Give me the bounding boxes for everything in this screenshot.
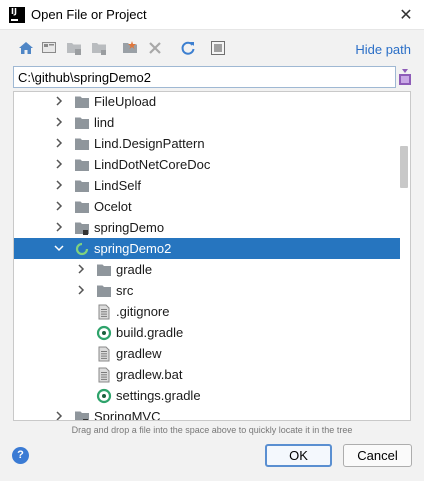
folder-icon bbox=[97, 285, 111, 297]
folder-icon bbox=[75, 117, 89, 129]
folder-icon bbox=[97, 264, 111, 276]
file-tree[interactable]: FileUpload lind Lind.DesignPattern LindDotN… bbox=[13, 91, 411, 421]
tree-row[interactable]: settings.gradle bbox=[14, 385, 400, 406]
tree-row[interactable]: LindDotNetCoreDoc bbox=[14, 154, 400, 175]
tree-row-label: gradlew bbox=[116, 346, 162, 361]
tree-row[interactable]: LindSelf bbox=[14, 175, 400, 196]
tree-row-label: LindDotNetCoreDoc bbox=[94, 157, 211, 172]
tree-row[interactable]: gradlew bbox=[14, 343, 400, 364]
path-field[interactable] bbox=[13, 66, 396, 88]
folder-icon bbox=[75, 138, 89, 150]
text-file-icon bbox=[98, 367, 110, 383]
folder-icon bbox=[75, 96, 89, 108]
tree-row[interactable]: gradle bbox=[14, 259, 400, 280]
tree-row[interactable]: springDemo bbox=[14, 217, 400, 238]
close-button[interactable]: ✕ bbox=[394, 3, 418, 27]
gradle-file-icon bbox=[96, 388, 112, 404]
chevron-right-icon[interactable] bbox=[54, 222, 64, 232]
folder-icon bbox=[75, 180, 89, 192]
chevron-right-icon[interactable] bbox=[54, 201, 64, 211]
chevron-right-icon[interactable] bbox=[54, 138, 64, 148]
text-file-icon bbox=[98, 304, 110, 320]
show-hidden-icon[interactable] bbox=[210, 40, 226, 56]
tree-row-label: Lind.DesignPattern bbox=[94, 136, 205, 151]
tree-row-label: .gitignore bbox=[116, 304, 170, 319]
title-bar: IJ Open File or Project ✕ bbox=[0, 0, 424, 30]
tree-row-label: settings.gradle bbox=[116, 388, 201, 403]
chevron-right-icon[interactable] bbox=[54, 117, 64, 127]
tree-row[interactable]: Ocelot bbox=[14, 196, 400, 217]
tree-row[interactable]: src bbox=[14, 280, 400, 301]
gradle-file-icon bbox=[96, 325, 112, 341]
loading-spinner-icon bbox=[75, 242, 89, 256]
project-folder-icon bbox=[75, 222, 89, 235]
tree-scrollbar[interactable] bbox=[400, 146, 408, 188]
new-folder-icon[interactable] bbox=[122, 40, 138, 56]
tree-row-label: Ocelot bbox=[94, 199, 132, 214]
folder-icon bbox=[75, 159, 89, 171]
chevron-right-icon[interactable] bbox=[54, 180, 64, 190]
tree-row-label: gradlew.bat bbox=[116, 367, 183, 382]
tree-row[interactable]: FileUpload bbox=[14, 92, 400, 112]
chevron-right-icon[interactable] bbox=[54, 159, 64, 169]
window-title: Open File or Project bbox=[31, 7, 147, 22]
tree-row-label: SpringMVC bbox=[94, 409, 161, 421]
tree-row-label: FileUpload bbox=[94, 94, 157, 109]
project-folder-icon bbox=[75, 411, 89, 420]
ok-button[interactable]: OK bbox=[265, 444, 332, 467]
intellij-app-icon: IJ bbox=[9, 7, 25, 23]
path-input[interactable] bbox=[14, 67, 395, 87]
tree-row-label: lind bbox=[94, 115, 115, 130]
tree-row-label: springDemo2 bbox=[94, 241, 172, 256]
home-icon[interactable] bbox=[18, 40, 34, 56]
hide-path-link[interactable]: Hide path bbox=[355, 42, 411, 57]
chevron-right-icon[interactable] bbox=[54, 96, 64, 106]
help-button[interactable]: ? bbox=[12, 447, 29, 464]
tree-row[interactable]: springDemo2 bbox=[14, 238, 400, 259]
tree-row[interactable]: .gitignore bbox=[14, 301, 400, 322]
text-file-icon bbox=[98, 346, 110, 362]
tree-row[interactable]: build.gradle bbox=[14, 322, 400, 343]
delete-icon[interactable] bbox=[147, 40, 163, 56]
tree-row[interactable]: lind bbox=[14, 112, 400, 133]
tree-row-label: build.gradle bbox=[116, 325, 184, 340]
drag-drop-hint: Drag and drop a file into the space abov… bbox=[71, 425, 353, 435]
tree-row-label: LindSelf bbox=[94, 178, 141, 193]
tree-row-label: springDemo bbox=[94, 220, 165, 235]
refresh-icon[interactable] bbox=[180, 40, 196, 56]
desktop-icon[interactable] bbox=[41, 40, 57, 56]
toolbar: Hide path bbox=[0, 30, 424, 66]
tree-row-label: gradle bbox=[116, 262, 153, 277]
tree-row[interactable]: SpringMVC bbox=[14, 406, 400, 421]
chevron-right-icon[interactable] bbox=[76, 285, 86, 295]
chevron-right-icon[interactable] bbox=[54, 411, 64, 421]
chevron-right-icon[interactable] bbox=[76, 264, 86, 274]
tree-row[interactable]: gradlew.bat bbox=[14, 364, 400, 385]
folder-icon bbox=[75, 201, 89, 213]
tree-row[interactable]: Lind.DesignPattern bbox=[14, 133, 400, 154]
tree-row-label: src bbox=[116, 283, 134, 298]
project-folder-icon[interactable] bbox=[66, 40, 82, 56]
chevron-down-icon[interactable] bbox=[54, 243, 64, 253]
module-folder-icon[interactable] bbox=[91, 40, 107, 56]
path-history-icon[interactable] bbox=[398, 68, 412, 86]
cancel-button[interactable]: Cancel bbox=[343, 444, 412, 467]
